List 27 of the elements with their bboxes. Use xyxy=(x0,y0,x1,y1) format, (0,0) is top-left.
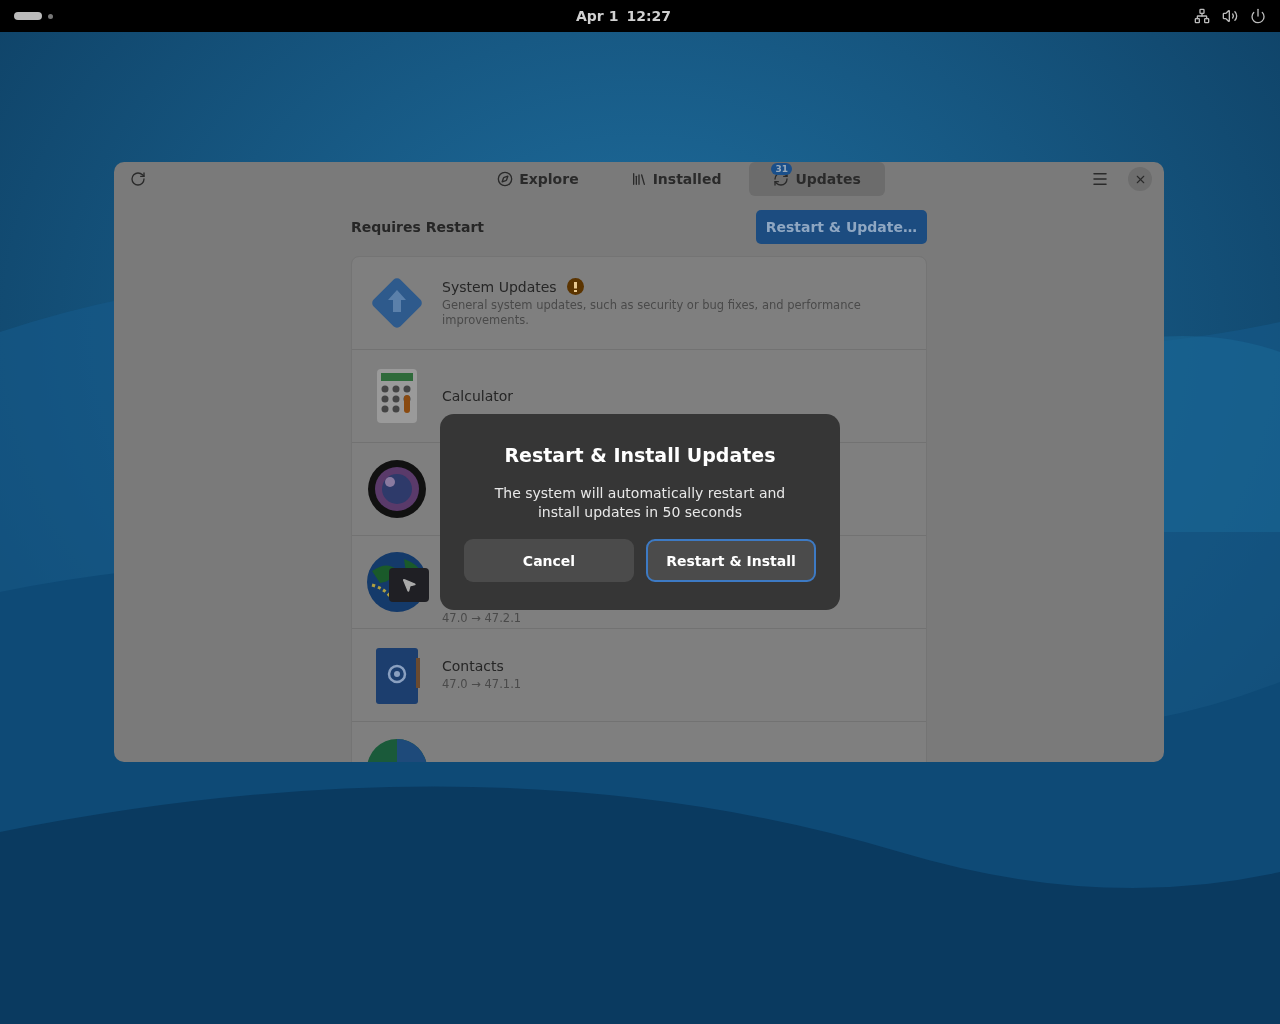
cursor-icon xyxy=(389,568,429,602)
library-icon xyxy=(630,171,647,187)
menu-icon xyxy=(1091,170,1109,188)
app-name: System Updates xyxy=(442,278,557,295)
date-label: Apr 1 xyxy=(576,8,619,24)
close-button[interactable] xyxy=(1128,167,1152,191)
refresh-icon xyxy=(130,171,146,187)
cancel-button[interactable]: Cancel xyxy=(464,539,634,582)
workspace-dot[interactable] xyxy=(48,13,53,19)
workspace-indicator[interactable] xyxy=(14,12,42,20)
dialog-title: Restart & Install Updates xyxy=(504,444,776,466)
app-name: Contacts xyxy=(442,658,504,674)
tab[interactable]: Explore xyxy=(473,162,603,196)
time-label: 12:27 xyxy=(626,8,671,24)
section-title: Requires Restart xyxy=(351,219,484,235)
volume-icon[interactable] xyxy=(1222,8,1238,24)
app-name: Calculator xyxy=(442,388,514,404)
count-badge: 31 xyxy=(771,163,792,175)
power-icon[interactable] xyxy=(1250,8,1266,24)
compass-icon xyxy=(497,171,514,187)
dialog-message: The system will automatically restart and install updates in 50 seconds xyxy=(493,484,787,522)
network-icon[interactable] xyxy=(1194,8,1210,24)
restart-install-button[interactable]: Restart & Install xyxy=(646,539,816,582)
tab[interactable]: Installed xyxy=(606,162,746,196)
tab[interactable]: 31 Updates xyxy=(749,162,885,196)
camera-lens-icon xyxy=(366,458,428,520)
restart-update-button[interactable]: Restart & Update… xyxy=(755,210,927,244)
